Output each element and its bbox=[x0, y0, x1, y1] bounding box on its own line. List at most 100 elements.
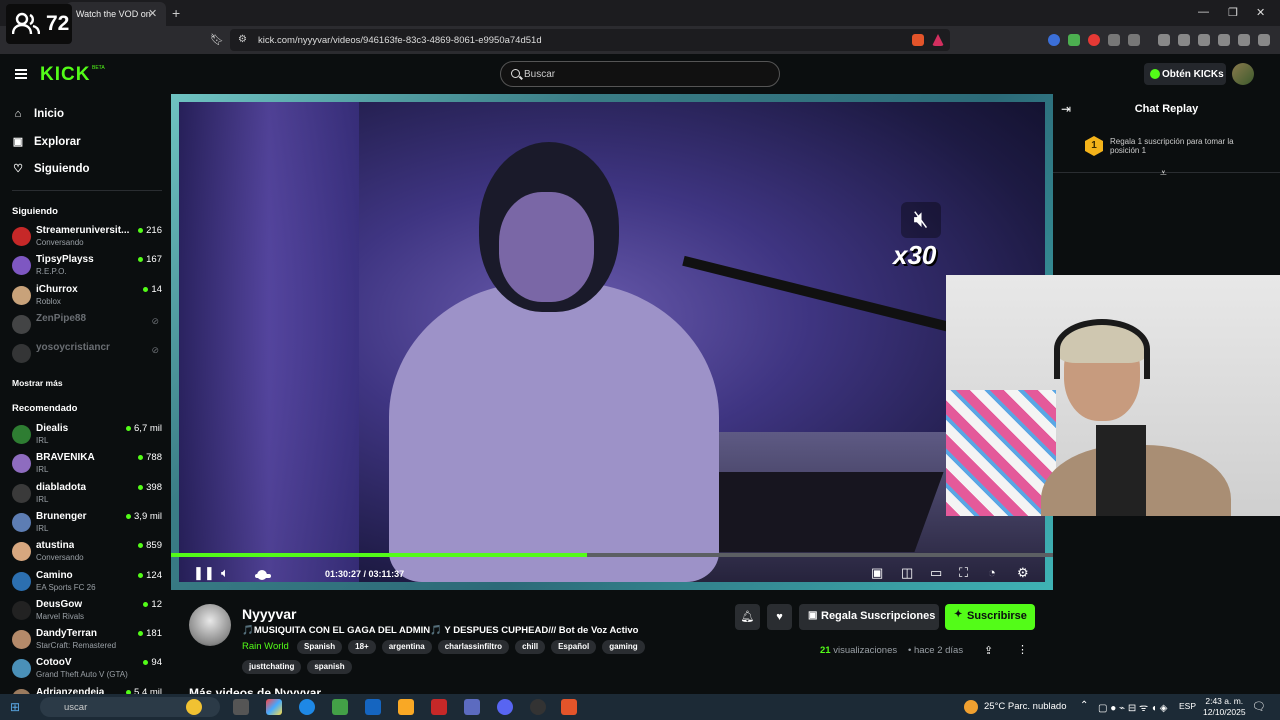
notifications-icon[interactable]: 🗨︎ bbox=[1252, 700, 1266, 713]
video-frame[interactable]: 🔇︎ x30 bbox=[179, 102, 1045, 582]
get-kicks-button[interactable]: Obtén KICKs bbox=[1144, 63, 1226, 85]
streamer-name[interactable]: Nyyyvar bbox=[242, 606, 297, 622]
copilot-icon[interactable] bbox=[186, 699, 202, 715]
site-settings-icon[interactable]: ⚙︎ bbox=[238, 34, 247, 45]
channel-item[interactable]: yosoycristiancr ⊘ bbox=[12, 342, 162, 368]
hamburger-menu-icon[interactable] bbox=[15, 69, 27, 79]
channel-item[interactable]: Brunenger IRL 3,9 mil bbox=[12, 511, 162, 537]
weather-icon[interactable] bbox=[964, 700, 978, 714]
bookmark-icon[interactable]: 🔖︎ bbox=[210, 33, 224, 46]
extension-icon[interactable] bbox=[1128, 34, 1140, 46]
channel-item[interactable]: Streameruniversit... Conversando 216 bbox=[12, 225, 162, 251]
file-explorer-icon[interactable] bbox=[398, 699, 414, 715]
language-indicator[interactable]: ESP bbox=[1179, 701, 1196, 711]
volume-icon[interactable]: 🔈︎ bbox=[221, 565, 229, 581]
pause-icon[interactable]: ❚❚ bbox=[193, 565, 215, 581]
extension-icon[interactable] bbox=[1108, 34, 1120, 46]
discord-icon[interactable] bbox=[497, 699, 513, 715]
clip-icon[interactable]: ◫ bbox=[901, 565, 913, 581]
streamer-avatar[interactable] bbox=[189, 604, 231, 646]
copilot-app-icon[interactable] bbox=[266, 699, 282, 715]
nav-explore[interactable]: ▣ Explorar bbox=[12, 135, 81, 149]
channel-item[interactable]: DandyTerran StarCraft: Remastered 181 bbox=[12, 628, 162, 654]
ago-text: hace 2 días bbox=[913, 645, 964, 656]
expand-arrow-icon[interactable]: ⩡ bbox=[1160, 166, 1167, 181]
show-more-link[interactable]: Mostrar más bbox=[12, 378, 63, 388]
teams-icon[interactable] bbox=[464, 699, 480, 715]
notification-bell-icon[interactable]: 🔔︎ bbox=[735, 604, 760, 630]
viewer-count-text: 124 bbox=[146, 569, 162, 581]
new-tab-icon[interactable]: + bbox=[172, 5, 180, 21]
tray-icons[interactable]: ▢ ● ⌁ ⊟ ᯤ ◖ ◈ bbox=[1098, 700, 1167, 714]
wallet-icon[interactable] bbox=[1198, 34, 1210, 46]
close-tab-icon[interactable]: ✕ bbox=[148, 7, 157, 20]
clock[interactable]: 2:43 a. m. 12/10/2025 bbox=[1203, 696, 1246, 718]
video-player[interactable]: 🔇︎ x30 ❚❚ 🔈︎ 01:30:27 / 03:11:37 ▣ ◫ ▭ ⛶… bbox=[171, 94, 1053, 590]
menu-icon[interactable] bbox=[1258, 34, 1270, 46]
follow-heart-icon[interactable]: ♥ bbox=[767, 604, 792, 630]
media-icon[interactable] bbox=[1158, 34, 1170, 46]
outlook-icon[interactable] bbox=[365, 699, 381, 715]
tag[interactable]: justtchating bbox=[242, 660, 302, 674]
channel-item[interactable]: TipsyPlayss R.E.P.O. 167 bbox=[12, 254, 162, 280]
share-icon[interactable]: ⇪ bbox=[984, 644, 993, 657]
store-icon[interactable] bbox=[332, 699, 348, 715]
close-window-icon[interactable]: ✕ bbox=[1256, 6, 1265, 19]
channel-item[interactable]: atustina Conversando 859 bbox=[12, 540, 162, 566]
subscribe-button[interactable]: Suscribirse bbox=[945, 604, 1035, 630]
tag[interactable]: argentina bbox=[381, 640, 432, 654]
tag[interactable]: chill bbox=[515, 640, 546, 654]
minimize-icon[interactable]: — bbox=[1198, 6, 1209, 18]
nav-following[interactable]: ♡ Siguiendo bbox=[12, 162, 90, 176]
nav-home[interactable]: ⌂ Inicio bbox=[12, 108, 64, 120]
user-avatar[interactable] bbox=[1232, 63, 1254, 85]
channel-item[interactable]: iChurrox Roblox 14 bbox=[12, 284, 162, 310]
weather-text[interactable]: 25°C Parc. nublado bbox=[984, 701, 1067, 712]
pip-icon[interactable]: ▣ bbox=[871, 565, 883, 581]
channel-category: Marvel Rivals bbox=[36, 611, 85, 621]
windows-start-icon[interactable]: ⊞ bbox=[10, 700, 20, 714]
channel-item[interactable]: ZenPipe88 ⊘ bbox=[12, 313, 162, 339]
extension-icon[interactable] bbox=[1048, 34, 1060, 46]
brave-shields-icon[interactable] bbox=[912, 34, 924, 46]
channel-item[interactable]: BRAVENIKA IRL 788 bbox=[12, 452, 162, 478]
channel-item[interactable]: Camino EA Sports FC 26 124 bbox=[12, 570, 162, 596]
tag[interactable]: 18+ bbox=[348, 640, 376, 654]
tray-chevron-icon[interactable]: ⌃ bbox=[1080, 700, 1088, 711]
extension-icon[interactable] bbox=[1068, 34, 1080, 46]
tag[interactable]: gaming bbox=[602, 640, 645, 654]
tag[interactable]: charlassinfiltro bbox=[437, 640, 510, 654]
search-input[interactable]: Buscar bbox=[500, 61, 780, 87]
extension-icon[interactable] bbox=[1088, 34, 1100, 46]
channel-item[interactable]: Diealis IRL 6,7 mil bbox=[12, 423, 162, 449]
tag[interactable]: Spanish bbox=[297, 640, 343, 654]
gift-subs-button[interactable]: Regala Suscripciones bbox=[799, 604, 939, 630]
theater-mode-icon[interactable]: ▭ bbox=[930, 565, 942, 581]
restore-icon[interactable]: ❐ bbox=[1228, 6, 1238, 19]
game-link[interactable]: Rain World bbox=[242, 641, 289, 652]
tag[interactable]: Español bbox=[551, 640, 597, 654]
channel-item[interactable]: diabladota IRL 398 bbox=[12, 482, 162, 508]
kick-logo[interactable]: KICK bbox=[40, 64, 90, 86]
progress-bar[interactable] bbox=[171, 553, 1053, 557]
url-field[interactable]: ⚙︎ kick.com/nyyyvar/videos/946163fe-83c3… bbox=[230, 29, 950, 51]
channel-category: StarCraft: Remastered bbox=[36, 641, 117, 651]
obs-icon[interactable] bbox=[530, 699, 546, 715]
beta-label: BETA bbox=[92, 65, 105, 71]
vpn-icon[interactable] bbox=[1238, 34, 1250, 46]
task-view-icon[interactable] bbox=[233, 699, 249, 715]
channel-item[interactable]: DeusGow Marvel Rivals 12 bbox=[12, 599, 162, 625]
edge-icon[interactable] bbox=[299, 699, 315, 715]
sidebar-toggle-icon[interactable] bbox=[1178, 34, 1190, 46]
valorant-icon[interactable] bbox=[431, 699, 447, 715]
more-options-icon[interactable]: ⋮ bbox=[1017, 643, 1028, 656]
channel-item[interactable]: CotooV Grand Theft Auto V (GTA) 94 bbox=[12, 657, 162, 683]
fullscreen-icon[interactable]: ⛶ bbox=[959, 565, 968, 581]
tag[interactable]: spanish bbox=[307, 660, 352, 674]
volume-knob[interactable] bbox=[257, 570, 267, 580]
leo-icon[interactable] bbox=[1218, 34, 1230, 46]
speed-control-icon[interactable]: ◔ bbox=[988, 565, 996, 580]
brave-taskbar-icon[interactable] bbox=[561, 699, 577, 715]
settings-gear-icon[interactable]: ⚙︎ bbox=[1017, 565, 1029, 581]
search-placeholder: Buscar bbox=[524, 69, 556, 80]
